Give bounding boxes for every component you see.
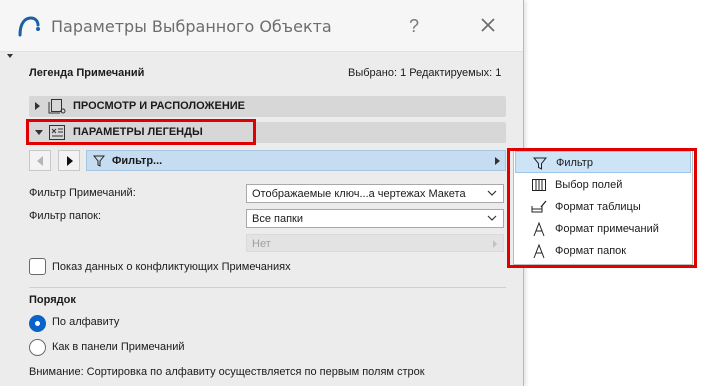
window-title: Параметры Выбранного Объекта xyxy=(51,17,332,36)
chevron-down-icon xyxy=(487,190,497,196)
highlight-frame xyxy=(26,119,256,145)
help-button[interactable]: ? xyxy=(402,14,426,38)
section-view-placement[interactable]: ПРОСМОТР И РАСПОЛОЖЕНИЕ xyxy=(29,96,506,117)
notes-filter-value: Отображаемые ключ...а чертежах Макета xyxy=(252,188,466,200)
notes-filter-select[interactable]: Отображаемые ключ...а чертежах Макета xyxy=(246,184,504,203)
folder-detail-field: Нет xyxy=(246,234,504,252)
folder-filter-value: Все папки xyxy=(252,213,303,225)
forward-button[interactable] xyxy=(58,150,80,171)
chevron-down-icon xyxy=(487,215,497,221)
order-heading: Порядок xyxy=(29,294,76,306)
radio-alphabetical-label: По алфавиту xyxy=(52,316,120,328)
conflict-checkbox[interactable] xyxy=(29,258,46,275)
title-bar: Параметры Выбранного Объекта ? xyxy=(0,0,523,52)
forward-arrow-icon xyxy=(67,156,73,166)
panel-selector-label: Фильтр... xyxy=(112,155,163,167)
radio-notes-panel-order[interactable] xyxy=(29,339,46,356)
panel-collapse-marker-icon[interactable] xyxy=(7,54,13,58)
expand-arrow-icon xyxy=(35,102,40,110)
section-label: ПРОСМОТР И РАСПОЛОЖЕНИЕ xyxy=(73,100,246,112)
folder-filter-label: Фильтр папок: xyxy=(29,210,102,222)
panel-navigation: Фильтр... xyxy=(29,150,506,171)
submenu-arrow-icon xyxy=(493,240,497,248)
folder-filter-select[interactable]: Все папки xyxy=(246,209,504,228)
object-settings-dialog: Параметры Выбранного Объекта ? Легенда П… xyxy=(0,0,524,386)
object-type-label: Легенда Примечаний xyxy=(29,67,145,79)
conflict-checkbox-label: Показ данных о конфликтующих Примечаниях xyxy=(52,261,291,273)
radio-alphabetical[interactable] xyxy=(29,315,46,332)
filter-icon xyxy=(93,155,105,167)
archicad-logo-icon xyxy=(18,16,40,37)
sort-note: Внимание: Сортировка по алфавиту осущест… xyxy=(29,366,425,378)
back-arrow-icon xyxy=(37,156,43,166)
back-button[interactable] xyxy=(29,150,51,171)
selection-count: Выбрано: 1 Редактируемых: 1 xyxy=(348,67,502,79)
divider xyxy=(29,287,506,288)
folder-detail-value: Нет xyxy=(252,238,271,250)
layout-icon xyxy=(48,99,66,114)
close-icon[interactable] xyxy=(474,14,502,38)
panel-selector[interactable]: Фильтр... xyxy=(86,150,506,171)
notes-filter-label: Фильтр Примечаний: xyxy=(29,187,136,199)
radio-notes-panel-order-label: Как в панели Примечаний xyxy=(52,341,185,353)
submenu-arrow-icon xyxy=(495,157,500,165)
highlight-frame xyxy=(507,148,697,268)
